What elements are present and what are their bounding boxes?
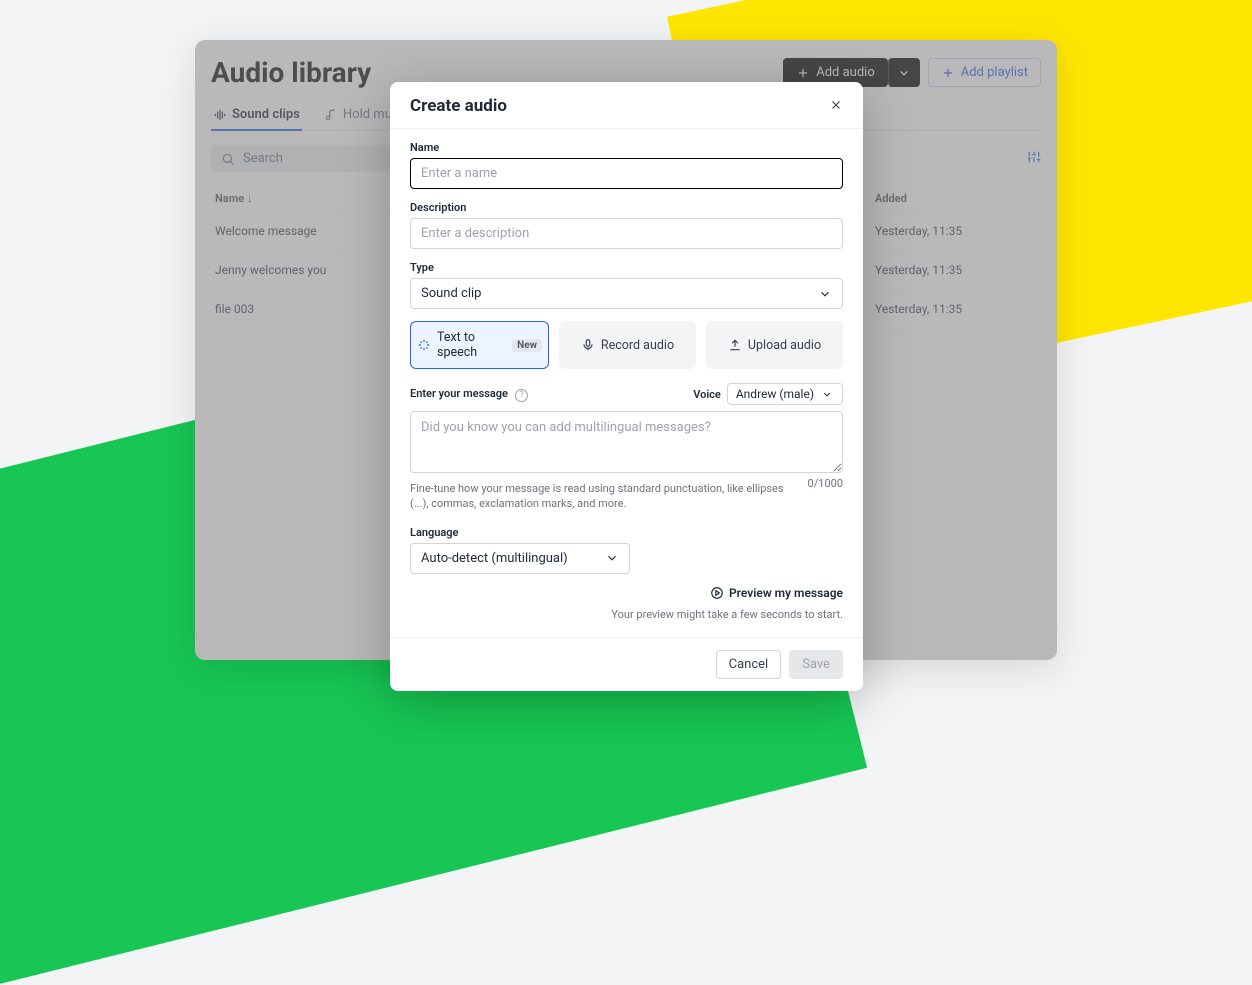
tuning-hint: Fine-tune how your message is read using… (410, 481, 796, 512)
upload-icon (728, 338, 742, 352)
name-label: Name (410, 141, 843, 154)
method-label: Text to speech (437, 330, 506, 360)
preview-note: Your preview might take a few seconds to… (410, 608, 843, 621)
close-button[interactable] (829, 97, 843, 116)
chevron-down-icon (605, 551, 619, 565)
cancel-button[interactable]: Cancel (716, 650, 782, 679)
method-text-to-speech[interactable]: Text to speech New (410, 321, 549, 369)
method-upload-audio[interactable]: Upload audio (706, 321, 843, 369)
save-button[interactable]: Save (789, 650, 843, 679)
voice-select[interactable]: Andrew (male) (727, 383, 843, 405)
voice-label: Voice (693, 388, 721, 401)
chevron-down-icon (818, 287, 832, 301)
new-badge: New (512, 339, 542, 352)
method-label: Upload audio (748, 338, 821, 353)
message-textarea[interactable] (410, 411, 843, 473)
voice-value: Andrew (male) (736, 387, 814, 401)
type-select[interactable]: Sound clip (410, 278, 843, 309)
sparkle-icon (417, 338, 431, 352)
name-input[interactable] (410, 158, 843, 189)
type-value: Sound clip (421, 286, 481, 301)
close-icon (829, 98, 843, 112)
create-audio-modal: Create audio Name Description Type Sound… (390, 82, 863, 691)
method-label: Record audio (601, 338, 674, 353)
language-label: Language (410, 526, 843, 539)
description-input[interactable] (410, 218, 843, 249)
method-record-audio[interactable]: Record audio (559, 321, 696, 369)
play-circle-icon (710, 586, 724, 600)
microphone-icon (581, 338, 595, 352)
char-counter: 0/1000 (808, 477, 843, 512)
chevron-down-icon (820, 389, 834, 400)
language-select[interactable]: Auto-detect (multilingual) (410, 543, 630, 574)
preview-button[interactable]: Preview my message (710, 586, 843, 600)
message-label: Enter your message (410, 387, 508, 400)
help-icon[interactable]: ? (515, 389, 528, 402)
description-label: Description (410, 201, 843, 214)
language-value: Auto-detect (multilingual) (421, 551, 568, 566)
preview-label: Preview my message (729, 586, 843, 600)
modal-title: Create audio (410, 96, 507, 116)
type-label: Type (410, 261, 843, 274)
